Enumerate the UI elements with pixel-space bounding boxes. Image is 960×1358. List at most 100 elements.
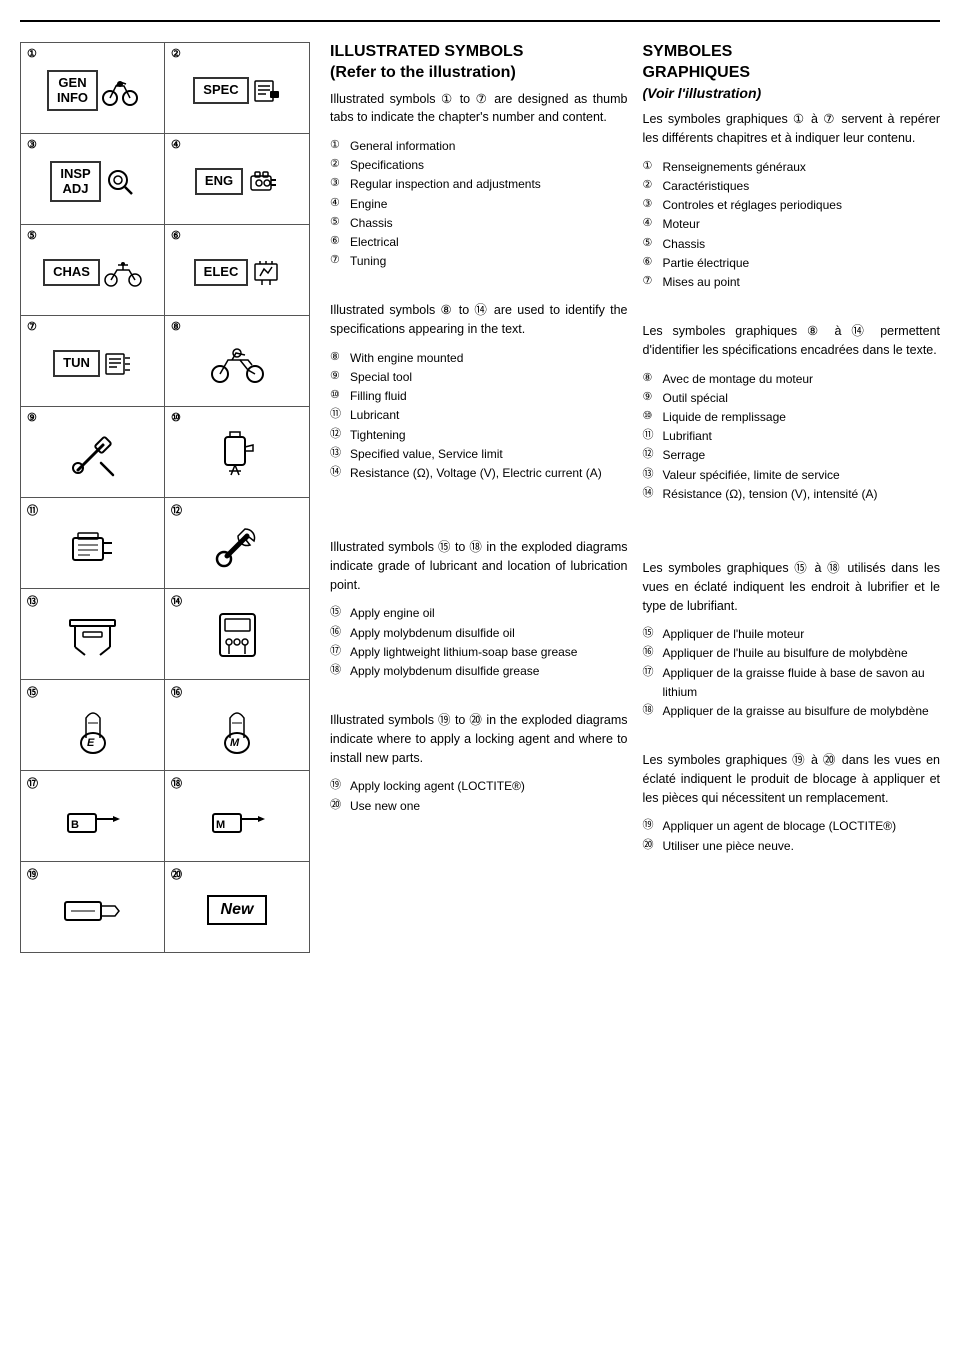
cell-num-15: ⑮ [27, 684, 38, 700]
svg-text:E: E [87, 737, 95, 749]
grid-row-9: ⑰ B ⑱ M [21, 771, 309, 862]
cell-num-5: ⑤ [27, 229, 37, 242]
tun-icon [104, 350, 132, 378]
wrench-icon [212, 521, 262, 571]
french-list-2: ⑧Avec de montage du moteur ⑨Outil spécia… [643, 370, 941, 504]
cell-15: ⑮ E [21, 680, 165, 770]
french-intro-2: Les symboles graphiques ⑧ à ⑭ permettent… [643, 322, 941, 360]
list-item: ③Controles et réglages periodiques [643, 196, 941, 215]
list-item: ④Engine [330, 195, 628, 214]
list-item: ⑩Filling fluid [330, 387, 628, 406]
french-list-1: ①Renseignements généraux ②Caractéristiqu… [643, 158, 941, 292]
cell-num-17: ⑰ [27, 775, 38, 791]
list-item: ⑪Lubrifiant [643, 427, 941, 446]
cell-19: ⑲ [21, 862, 165, 952]
list-item: ⑮Appliquer de l'huile moteur [643, 625, 941, 644]
tab-tun: TUN [53, 350, 100, 376]
cell-14: ⑭ [165, 589, 309, 679]
multimeter-icon [215, 609, 260, 664]
loctite-icon [63, 890, 123, 930]
french-intro-3: Les symboles graphiques ⑮ à ⑱ utilisés d… [643, 559, 941, 615]
list-item: ⑦Tuning [330, 252, 628, 271]
list-item: ⑤Chassis [330, 214, 628, 233]
english-intro-1: Illustrated symbols ① to ⑦ are designed … [330, 90, 628, 128]
list-item: ⑥Partie électrique [643, 254, 941, 273]
cell-7: ⑦ TUN [21, 316, 165, 406]
cell-8: ⑧ [165, 316, 309, 406]
grid-row-4: ⑦ TUN [21, 316, 309, 407]
cell-num-10: ⑩ [171, 411, 181, 424]
english-list-4: ⑲Apply locking agent (LOCTITE®) ⑳Use new… [330, 777, 628, 815]
list-item: ④Moteur [643, 215, 941, 234]
spec-icon [253, 77, 281, 105]
grid-row-3: ⑤ CHAS ⑥ [21, 225, 309, 316]
grid-row-1: ① GENINFO ② [21, 43, 309, 134]
list-item: ⑬Valeur spécifiée, limite de service [643, 466, 941, 485]
cell-20: ⑳ New [165, 862, 309, 952]
list-item: ⑤Chassis [643, 235, 941, 254]
tools-icon [68, 430, 118, 480]
cell-num-7: ⑦ [27, 320, 37, 333]
cell-5: ⑤ CHAS [21, 225, 165, 315]
list-item: ⑫Serrage [643, 446, 941, 465]
symbols-grid: ① GENINFO ② [20, 42, 310, 953]
french-title: SYMBOLES GRAPHIQUES (Voir l'illustration… [643, 42, 941, 104]
tab-eng: ENG [195, 168, 243, 194]
list-item: ⑧Avec de montage du moteur [643, 370, 941, 389]
list-item: ⑲Apply locking agent (LOCTITE®) [330, 777, 628, 796]
cell-4: ④ ENG [165, 134, 309, 224]
cell-17: ⑰ B [21, 771, 165, 861]
cell-11: ⑪ [21, 498, 165, 588]
english-list-2: ⑧With engine mounted ⑨Special tool ⑩Fill… [330, 349, 628, 483]
list-item: ⑭Resistance (Ω), Voltage (V), Electric c… [330, 464, 628, 483]
svg-text:M: M [216, 819, 225, 831]
english-intro-3: Illustrated symbols ⑮ to ⑱ in the explod… [330, 538, 628, 594]
grid-row-10: ⑲ ⑳ New [21, 862, 309, 952]
list-item: ⑯Appliquer de l'huile au bisulfure de mo… [643, 644, 941, 663]
calipers-icon [65, 612, 120, 662]
english-col: ILLUSTRATED SYMBOLS (Refer to the illust… [330, 42, 628, 953]
top-rule [20, 20, 940, 22]
cell-6: ⑥ ELEC [165, 225, 309, 315]
list-item: ⑳Utiliser une pièce neuve. [643, 837, 941, 856]
list-item: ⑮Apply engine oil [330, 604, 628, 623]
list-item: ⑳Use new one [330, 797, 628, 816]
tab-spec: SPEC [193, 77, 248, 103]
cell-num-6: ⑥ [171, 229, 181, 242]
cell-num-3: ③ [27, 138, 37, 151]
cell-13: ⑬ [21, 589, 165, 679]
tab-insp-adj: INSPADJ [50, 161, 100, 202]
tab-elec: ELEC [194, 259, 249, 285]
list-item: ⑲Appliquer un agent de blocage (LOCTITE®… [643, 817, 941, 836]
cell-10: ⑩ [165, 407, 309, 497]
content-area: ILLUSTRATED SYMBOLS (Refer to the illust… [330, 42, 940, 953]
cell-18: ⑱ M [165, 771, 309, 861]
list-item: ⑪Lubricant [330, 406, 628, 425]
tab-chas: CHAS [43, 259, 100, 285]
list-item: ⑫Tightening [330, 426, 628, 445]
svg-text:B: B [71, 819, 79, 831]
moto-icon-1 [102, 76, 138, 106]
tab-gen-info: GENINFO [47, 70, 98, 111]
cell-num-19: ⑲ [27, 866, 38, 882]
svg-text:M: M [230, 737, 240, 749]
cell-16: ⑯ M [165, 680, 309, 770]
oil-m-icon: M [218, 698, 256, 758]
new-badge: New [207, 895, 268, 925]
french-list-3: ⑮Appliquer de l'huile moteur ⑯Appliquer … [643, 625, 941, 721]
french-list-4: ⑲Appliquer un agent de blocage (LOCTITE®… [643, 817, 941, 855]
french-col: SYMBOLES GRAPHIQUES (Voir l'illustration… [643, 42, 941, 953]
cell-2: ② SPEC [165, 43, 309, 133]
list-item: ⑭Résistance (Ω), tension (V), intensité … [643, 485, 941, 504]
list-item: ⑬Specified value, Service limit [330, 445, 628, 464]
grid-row-6: ⑪ ⑫ [21, 498, 309, 589]
cell-num-14: ⑭ [171, 593, 182, 609]
cell-3: ③ INSPADJ [21, 134, 165, 224]
lubricant-icon [68, 523, 118, 568]
cell-1: ① GENINFO [21, 43, 165, 133]
list-item: ①General information [330, 137, 628, 156]
english-list-3: ⑮Apply engine oil ⑯Apply molybdenum disu… [330, 604, 628, 681]
cell-num-12: ⑫ [171, 502, 182, 518]
cell-12: ⑫ [165, 498, 309, 588]
cell-num-9: ⑨ [27, 411, 37, 424]
